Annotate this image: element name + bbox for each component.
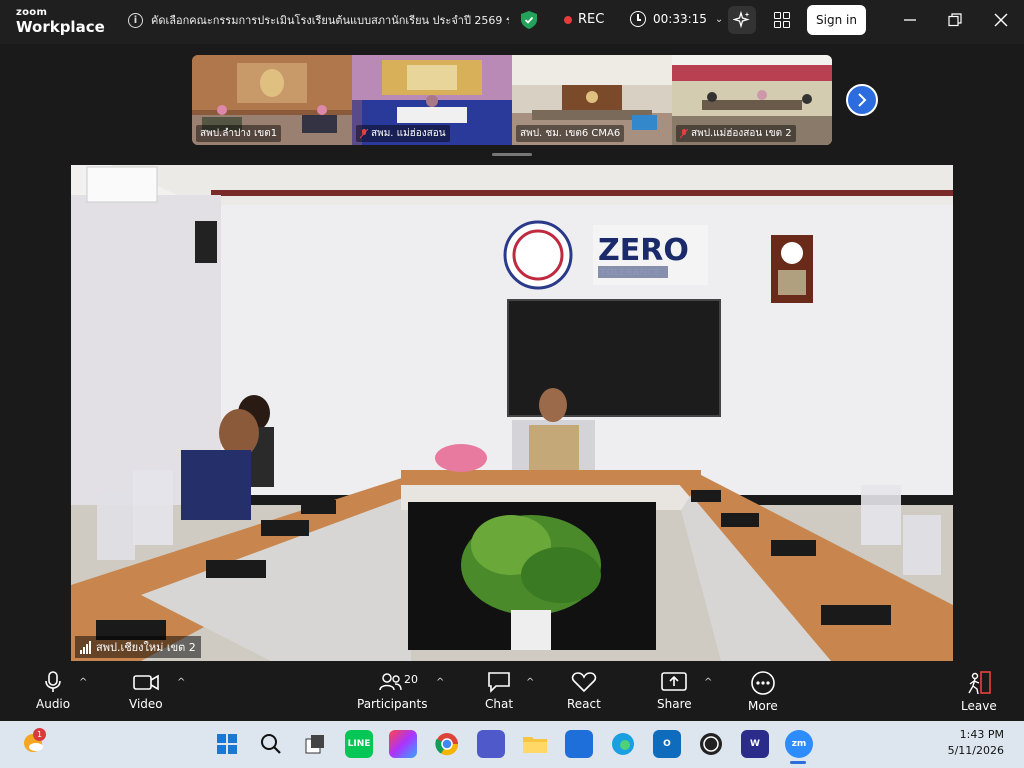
edge-icon[interactable]: [609, 730, 637, 758]
system-date: 5/11/2026: [947, 744, 1004, 757]
main-video-tile[interactable]: ZERO TOLERANCE: [71, 165, 953, 661]
obs-icon[interactable]: [697, 730, 725, 758]
microsoft-store-icon[interactable]: [565, 730, 593, 758]
clock-icon: [630, 11, 646, 27]
meeting-title: คัดเลือกคณะกรรมการประเมินโรงเรียนต้นแบบส…: [151, 14, 509, 27]
ai-companion-button[interactable]: [728, 6, 756, 34]
participant-name: สพม. แม่ฮ่องสอน: [356, 125, 450, 142]
mic-muted-icon: [360, 128, 368, 138]
chat-button[interactable]: Chat: [485, 671, 513, 711]
participant-tile[interactable]: สพป.ลำปาง เขต1: [192, 55, 352, 145]
audio-button[interactable]: Audio: [36, 671, 70, 711]
video-options-caret[interactable]: ^: [177, 677, 185, 688]
title-bar: zoom Workplace i คัดเลือกคณะกรรมการประเม…: [0, 0, 1024, 44]
restore-icon: [948, 13, 962, 27]
share-screen-icon: [661, 672, 688, 691]
outlook-icon[interactable]: O: [653, 730, 681, 758]
video-button[interactable]: Video: [129, 671, 163, 711]
participant-name: สพป.ลำปาง เขต1: [196, 125, 282, 142]
copilot-icon[interactable]: [389, 730, 417, 758]
camera-icon: [133, 674, 159, 691]
recording-label: REC: [578, 12, 605, 27]
close-icon: [994, 13, 1008, 27]
webex-icon[interactable]: W: [741, 730, 769, 758]
chevron-right-icon: [858, 93, 867, 107]
active-app-indicator: [790, 761, 806, 764]
encryption-shield-icon[interactable]: [521, 11, 537, 29]
thumbnail-resize-handle[interactable]: [492, 153, 532, 156]
restore-button[interactable]: [945, 10, 965, 30]
search-button[interactable]: [257, 730, 285, 758]
system-clock[interactable]: 1:43 PM 5/11/2026: [948, 727, 1004, 759]
react-button[interactable]: React: [567, 671, 601, 711]
more-icon: [751, 671, 775, 695]
brand-bottom: Workplace: [16, 18, 105, 36]
line-app-icon[interactable]: LINE: [345, 730, 373, 758]
system-time: 1:43 PM: [959, 728, 1004, 741]
microphone-icon: [45, 671, 61, 692]
connection-signal-icon: [80, 640, 91, 654]
start-button[interactable]: [213, 730, 241, 758]
timer-value: 00:33:15: [653, 12, 707, 26]
chat-icon: [488, 672, 510, 693]
recording-indicator[interactable]: REC: [564, 12, 604, 27]
minimize-button[interactable]: [900, 10, 920, 30]
notification-badge: 1: [33, 728, 46, 741]
participants-options-caret[interactable]: ^: [436, 677, 444, 688]
meeting-timer[interactable]: 00:33:15 ⌄: [630, 11, 723, 27]
participant-tile[interactable]: สพป.แม่ฮ่องสอน เขต 2: [672, 55, 832, 145]
teams-icon[interactable]: [477, 730, 505, 758]
task-view-icon: [305, 735, 324, 754]
apps-grid-icon[interactable]: [774, 12, 790, 28]
minimize-icon: [904, 19, 916, 21]
meeting-controls: Audio ^ Video ^ Participants ^ Chat ^ Re…: [0, 661, 1024, 721]
participant-name: สพป. ชม. เขต6 CMA6: [516, 125, 625, 142]
participant-tile[interactable]: สพป. ชม. เขต6 CMA6: [512, 55, 672, 145]
active-speaker-video: ZERO TOLERANCE: [71, 165, 953, 661]
windows-logo-icon: [217, 734, 237, 754]
heart-icon: [571, 672, 597, 693]
brand-top: zoom: [16, 7, 48, 18]
windows-taskbar: [0, 721, 1024, 768]
active-speaker-name: สพป.เชียงใหม่ เขต 2: [75, 636, 201, 658]
more-button[interactable]: More: [748, 671, 778, 713]
zero-sign-text: ZERO: [598, 233, 689, 268]
share-button[interactable]: Share: [657, 671, 692, 711]
chrome-icon[interactable]: [433, 730, 461, 758]
zoom-logo: zoom Workplace: [16, 8, 105, 35]
audio-options-caret[interactable]: ^: [79, 677, 87, 688]
participant-thumbnails: สพป.ลำปาง เขต1 สพม. แม่ฮ่องสอน สพป. ชม. …: [192, 55, 832, 145]
zoom-app-icon[interactable]: zm: [785, 730, 813, 758]
info-icon[interactable]: i: [128, 12, 143, 28]
mic-muted-icon: [680, 128, 688, 138]
next-page-button[interactable]: [846, 84, 878, 116]
leave-icon: [968, 671, 991, 695]
sign-in-button[interactable]: Sign in: [807, 5, 866, 35]
task-view-button[interactable]: [301, 730, 329, 758]
sparkle-icon: [733, 11, 750, 29]
participant-name: สพป.แม่ฮ่องสอน เขต 2: [676, 125, 796, 142]
recording-dot-icon: [564, 15, 572, 24]
chat-options-caret[interactable]: ^: [526, 677, 534, 688]
chevron-down-icon: ⌄: [714, 13, 724, 25]
file-explorer-icon[interactable]: [521, 730, 549, 758]
close-button[interactable]: [991, 10, 1011, 30]
share-options-caret[interactable]: ^: [704, 677, 712, 688]
search-icon: [261, 734, 281, 754]
participants-count: 20: [404, 673, 418, 686]
meeting-info[interactable]: i คัดเลือกคณะกรรมการประเมินโรงเรียนต้นแบ…: [128, 11, 509, 29]
participant-tile[interactable]: สพม. แม่ฮ่องสอน: [352, 55, 512, 145]
leave-button[interactable]: Leave: [961, 671, 997, 713]
